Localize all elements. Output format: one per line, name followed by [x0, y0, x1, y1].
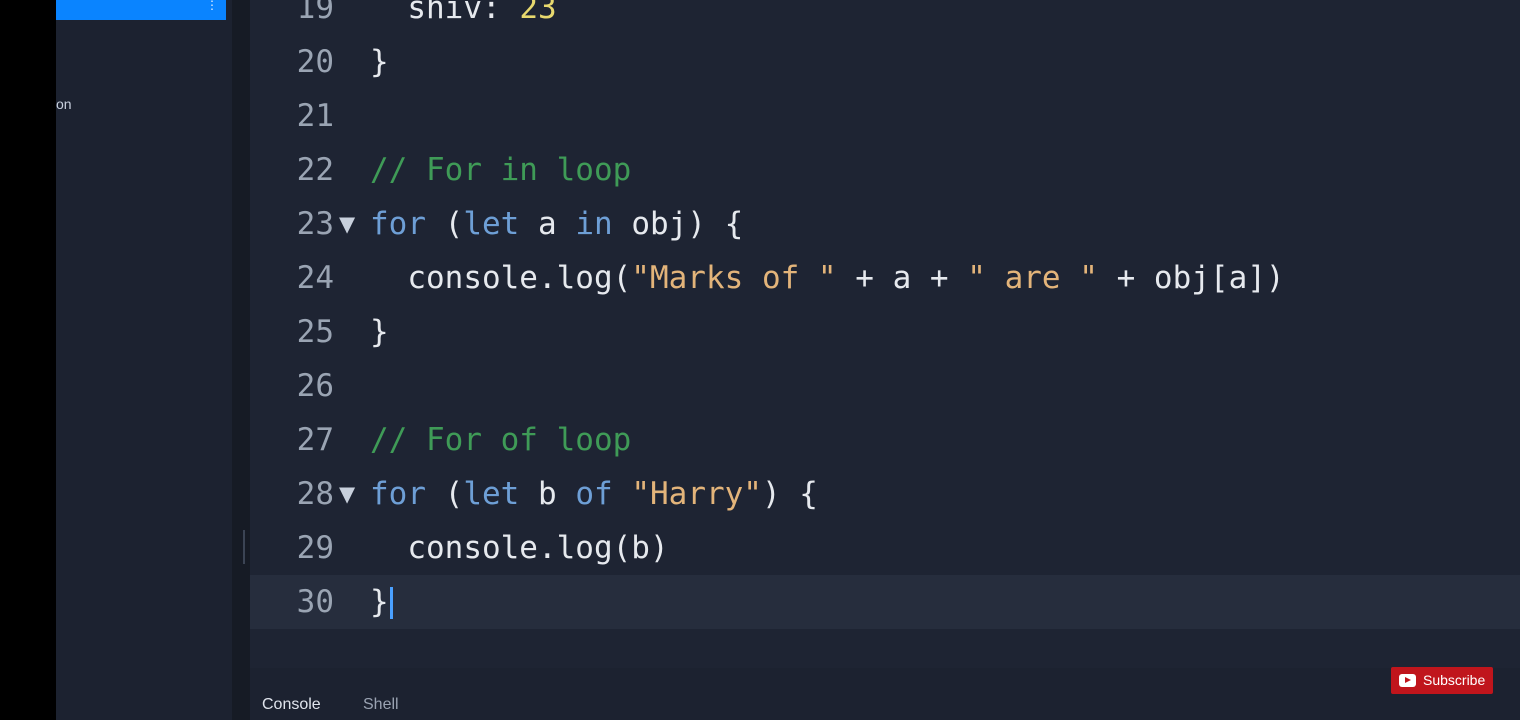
- line-number: 21: [296, 98, 334, 134]
- code-token: in: [575, 206, 613, 242]
- code-token: "Marks of ": [631, 260, 837, 296]
- code-line[interactable]: 22 // For in loop: [250, 143, 1520, 197]
- code-token: let: [463, 476, 520, 512]
- tab-console[interactable]: Console: [262, 696, 321, 714]
- code-token: for: [370, 476, 426, 512]
- code-line[interactable]: 26: [250, 359, 1520, 413]
- file-sidebar: ⋮ on: [56, 0, 232, 720]
- code-token: // For in loop: [370, 152, 632, 188]
- code-token: let: [463, 206, 520, 242]
- code-token: a: [519, 206, 576, 242]
- line-number: 23: [296, 206, 334, 242]
- code-token: obj) {: [612, 206, 744, 242]
- line-number: 26: [296, 368, 334, 404]
- code-line[interactable]: 21: [250, 89, 1520, 143]
- tab-shell[interactable]: Shell: [363, 696, 399, 714]
- line-number: 25: [296, 314, 334, 350]
- code-line[interactable]: 19 shiv: 23: [250, 0, 1520, 35]
- code-token: for: [370, 206, 426, 242]
- code-token: (: [426, 476, 464, 512]
- code-line[interactable]: 29 console.log(b): [250, 521, 1520, 575]
- line-number: 19: [296, 0, 334, 26]
- code-token: // For of loop: [370, 422, 632, 458]
- code-token: console.log(: [370, 260, 632, 296]
- code-token: b: [519, 476, 576, 512]
- code-line[interactable]: 28 ▼ for (let b of "Harry") {: [250, 467, 1520, 521]
- code-line[interactable]: 24 console.log("Marks of " + a + " are "…: [250, 251, 1520, 305]
- code-editor[interactable]: 19 shiv: 23 20} 21 22// For in loop 23 ▼ for (…: [250, 0, 1520, 668]
- bottom-panel-tabs: Console Shell: [250, 668, 1520, 720]
- youtube-icon: [1399, 674, 1416, 687]
- code-text[interactable]: for (let b of "Harry") {: [370, 467, 818, 521]
- code-token: of: [575, 476, 613, 512]
- code-token: }: [370, 44, 389, 80]
- pane-divider: [232, 0, 250, 720]
- resize-handle[interactable]: [243, 530, 245, 564]
- code-line[interactable]: 23 ▼ for (let a in obj) {: [250, 197, 1520, 251]
- subscribe-button[interactable]: Subscribe: [1391, 667, 1493, 694]
- fold-arrow-icon[interactable]: ▼: [339, 467, 355, 521]
- code-line[interactable]: 27 // For of loop: [250, 413, 1520, 467]
- line-number: 28: [296, 476, 334, 512]
- line-number: 24: [296, 260, 334, 296]
- fold-arrow-icon[interactable]: ▼: [339, 197, 355, 251]
- code-token: }: [370, 314, 389, 350]
- code-text[interactable]: // For of loop: [370, 413, 631, 467]
- code-token: "Harry": [631, 476, 762, 512]
- code-token: ) {: [761, 476, 818, 512]
- line-number: 29: [296, 530, 334, 566]
- code-token: shiv:: [370, 0, 520, 26]
- code-text[interactable]: }: [370, 35, 389, 89]
- line-number: 27: [296, 422, 334, 458]
- code-token: " are ": [967, 260, 1098, 296]
- code-line[interactable]: 20}: [250, 35, 1520, 89]
- code-text[interactable]: shiv: 23: [370, 0, 557, 35]
- code-text[interactable]: console.log(b): [370, 521, 669, 575]
- sidebar-item-label[interactable]: on: [56, 96, 72, 112]
- code-token: console.log(b): [370, 530, 669, 566]
- line-number: 20: [296, 44, 334, 80]
- code-text[interactable]: console.log("Marks of " + a + " are " + …: [370, 251, 1285, 305]
- line-number: 22: [296, 152, 334, 188]
- kebab-icon[interactable]: ⋮: [206, 0, 218, 12]
- code-token: }: [370, 584, 389, 620]
- code-line[interactable]: 25}: [250, 305, 1520, 359]
- code-text[interactable]: }: [370, 575, 389, 629]
- code-line[interactable]: 30}: [250, 575, 1520, 629]
- code-token: 23: [519, 0, 557, 26]
- code-token: (: [426, 206, 464, 242]
- code-text[interactable]: for (let a in obj) {: [370, 197, 743, 251]
- code-text[interactable]: // For in loop: [370, 143, 631, 197]
- code-text[interactable]: }: [370, 305, 389, 359]
- subscribe-label: Subscribe: [1423, 672, 1486, 688]
- line-number: 30: [296, 584, 334, 620]
- code-token: + obj[a]): [1097, 260, 1285, 296]
- letterbox-left: [0, 0, 56, 720]
- text-cursor: [390, 587, 393, 619]
- sidebar-active-item[interactable]: ⋮: [56, 0, 226, 20]
- code-token: + a +: [836, 260, 968, 296]
